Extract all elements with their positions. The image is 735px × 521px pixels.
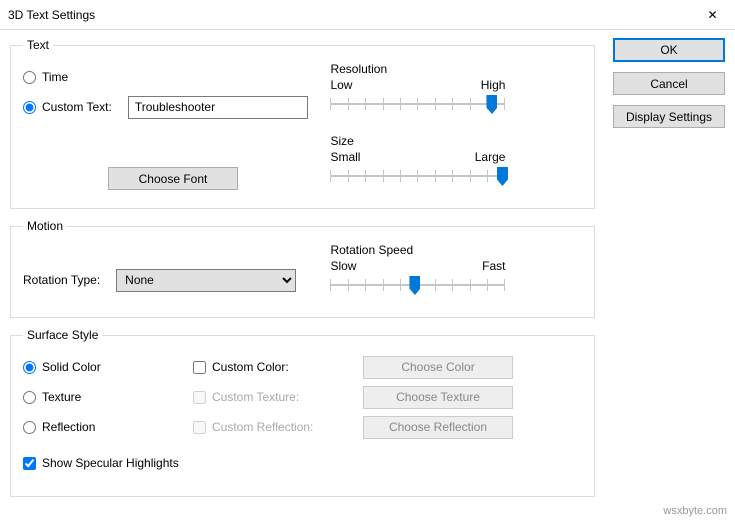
cancel-button[interactable]: Cancel <box>613 72 725 95</box>
motion-group: Motion Rotation Type: None Rotation Spee… <box>10 219 595 318</box>
window-title: 3D Text Settings <box>0 8 690 22</box>
display-settings-button[interactable]: Display Settings <box>613 105 725 128</box>
choose-reflection-button: Choose Reflection <box>363 416 513 439</box>
texture-option[interactable]: Texture <box>23 382 193 412</box>
motion-legend: Motion <box>23 219 67 233</box>
choose-texture-button: Choose Texture <box>363 386 513 409</box>
text-legend: Text <box>23 38 53 52</box>
rotation-speed-slider[interactable]: Rotation Speed SlowFast <box>330 243 505 299</box>
custom-text-input[interactable] <box>128 96 308 119</box>
resolution-slider[interactable]: Resolution LowHigh <box>330 62 505 118</box>
choose-font-button[interactable]: Choose Font <box>108 167 238 190</box>
custom-texture-check: Custom Texture: <box>193 382 363 412</box>
title-bar: 3D Text Settings ✕ <box>0 0 735 30</box>
custom-text-option[interactable]: Custom Text: <box>23 92 330 122</box>
custom-color-check[interactable]: Custom Color: <box>193 352 363 382</box>
solid-color-option[interactable]: Solid Color <box>23 352 193 382</box>
watermark: wsxbyte.com <box>663 505 727 517</box>
specular-check[interactable]: Show Specular Highlights <box>23 448 582 478</box>
choose-color-button: Choose Color <box>363 356 513 379</box>
surface-legend: Surface Style <box>23 328 102 342</box>
surface-group: Surface Style Solid Color Texture Reflec… <box>10 328 595 497</box>
custom-reflection-check: Custom Reflection: <box>193 412 363 442</box>
rotation-type-select[interactable]: None <box>116 269 296 292</box>
rotation-type-label: Rotation Type: <box>23 273 100 287</box>
time-option[interactable]: Time <box>23 62 330 92</box>
ok-button[interactable]: OK <box>613 38 725 62</box>
text-group: Text Time Custom Text: Choose Font Resol… <box>10 38 595 209</box>
reflection-option[interactable]: Reflection <box>23 412 193 442</box>
close-button[interactable]: ✕ <box>690 0 735 29</box>
size-slider[interactable]: Size SmallLarge <box>330 134 505 190</box>
close-icon: ✕ <box>707 8 717 22</box>
